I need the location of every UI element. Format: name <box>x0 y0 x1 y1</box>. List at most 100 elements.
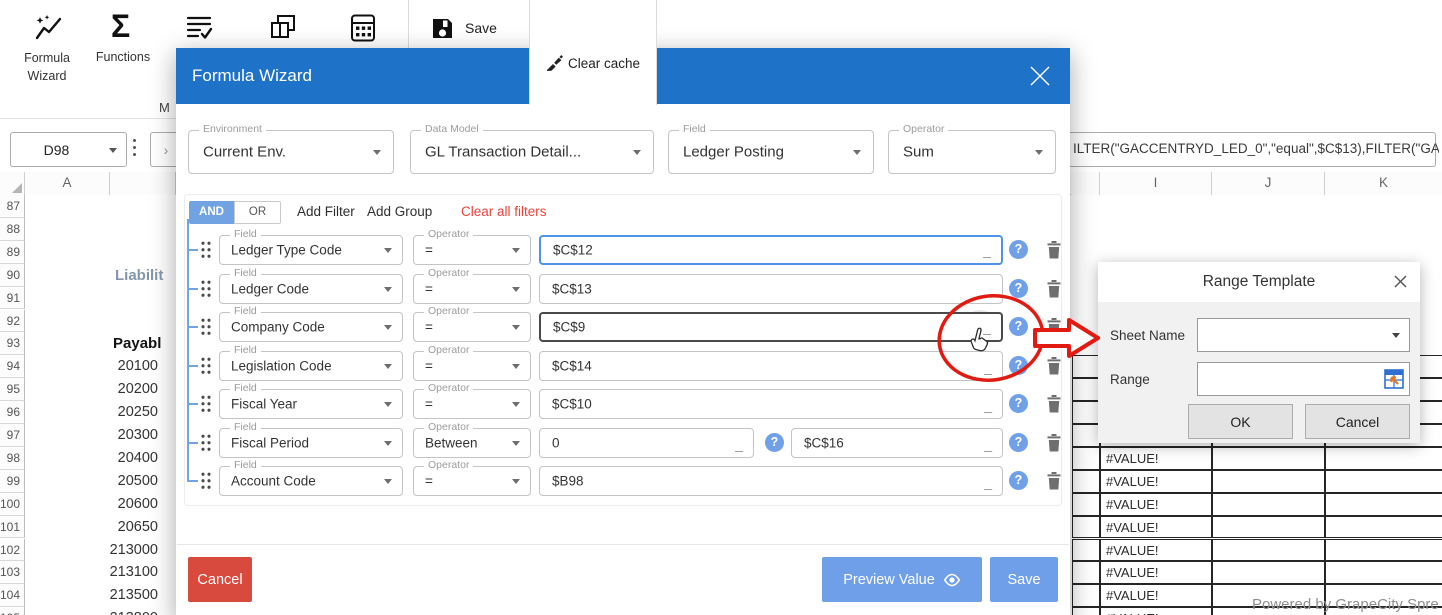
field-select[interactable]: Field Ledger Posting <box>668 130 874 174</box>
cell[interactable] <box>1212 470 1325 493</box>
delete-filter-icon[interactable] <box>1047 318 1061 336</box>
cell[interactable] <box>1325 470 1442 493</box>
help-icon[interactable]: ? <box>1009 433 1028 452</box>
cell[interactable] <box>1325 539 1442 562</box>
row-header[interactable]: 94 <box>0 355 25 378</box>
range-input[interactable] <box>1197 362 1410 396</box>
select-all-corner[interactable] <box>0 172 25 195</box>
name-box-caret-icon[interactable] <box>109 148 117 153</box>
filter-value-input[interactable]: $C$13_ <box>539 274 1003 304</box>
row-header[interactable]: 96 <box>0 401 25 424</box>
cell[interactable] <box>1072 424 1100 447</box>
functions-button[interactable]: Σ Functions <box>92 8 154 78</box>
cell[interactable] <box>1212 561 1325 584</box>
drag-handle-icon[interactable] <box>200 471 212 490</box>
range-template-trigger[interactable]: _ <box>983 244 991 258</box>
filter-value-input[interactable]: $C$16_ <box>791 428 1003 458</box>
filter-field-select[interactable]: FieldFiscal Period <box>219 428 403 458</box>
row-header[interactable]: 95 <box>0 378 25 401</box>
row-header[interactable]: 103 <box>0 561 25 584</box>
help-icon[interactable]: ? <box>1009 317 1028 336</box>
delete-filter-icon[interactable] <box>1047 357 1061 375</box>
filter-field-select[interactable]: FieldCompany Code <box>219 312 403 342</box>
cell[interactable] <box>1212 493 1325 516</box>
range-cancel-button[interactable]: Cancel <box>1305 404 1410 439</box>
row-header[interactable]: 100 <box>0 493 25 516</box>
delete-filter-icon[interactable] <box>1047 280 1061 298</box>
cancel-button[interactable]: Cancel <box>188 557 252 602</box>
range-template-trigger[interactable]: _ <box>735 438 743 452</box>
cell[interactable]: 20250 <box>58 404 158 420</box>
drag-handle-icon[interactable] <box>200 433 212 452</box>
row-header[interactable]: 89 <box>0 241 25 264</box>
delete-filter-icon[interactable] <box>1047 241 1061 259</box>
filter-operator-select[interactable]: Operator= <box>413 274 531 304</box>
row-header[interactable]: 97 <box>0 424 25 447</box>
error-cell[interactable]: #VALUE! <box>1100 584 1212 607</box>
row-header[interactable]: 87 <box>0 195 25 218</box>
range-template-trigger[interactable]: _ <box>983 321 991 335</box>
column-header-i[interactable]: I <box>1100 172 1212 195</box>
cell[interactable]: 20650 <box>58 519 158 535</box>
duplicate-window-icon[interactable] <box>270 14 297 41</box>
error-cell[interactable]: #VALUE! <box>1100 539 1212 562</box>
row-header[interactable]: 105 <box>0 607 25 615</box>
filter-value-input[interactable]: $C$12_ <box>539 235 1003 265</box>
filter-value-input[interactable]: $C$10_ <box>539 389 1003 419</box>
help-icon[interactable]: ? <box>1009 394 1028 413</box>
cell[interactable] <box>1072 607 1100 615</box>
cell[interactable] <box>1072 493 1100 516</box>
cell[interactable] <box>1072 355 1100 378</box>
cell[interactable] <box>1072 584 1100 607</box>
preview-value-button[interactable]: Preview Value <box>822 557 982 602</box>
row-header[interactable]: 91 <box>0 287 25 310</box>
range-template-trigger[interactable]: _ <box>984 361 992 375</box>
range-template-trigger[interactable]: _ <box>984 284 992 298</box>
cell[interactable]: 20200 <box>58 381 158 397</box>
range-ok-button[interactable]: OK <box>1188 404 1293 439</box>
cell[interactable] <box>1212 539 1325 562</box>
help-icon[interactable]: ? <box>1009 279 1028 298</box>
cell[interactable] <box>1325 493 1442 516</box>
drag-handle-icon[interactable] <box>200 240 212 259</box>
filter-operator-select[interactable]: Operator= <box>413 466 531 496</box>
help-icon[interactable]: ? <box>765 433 784 452</box>
cell[interactable]: 213100 <box>58 564 158 580</box>
filter-operator-select[interactable]: Operator= <box>413 312 531 342</box>
drag-handle-icon[interactable] <box>200 356 212 375</box>
column-header-k[interactable]: K <box>1325 172 1442 195</box>
help-icon[interactable]: ? <box>1009 356 1028 375</box>
filter-field-select[interactable]: FieldLedger Type Code <box>219 235 403 265</box>
filter-operator-select[interactable]: Operator= <box>413 235 531 265</box>
filter-value-input[interactable]: 0_ <box>539 428 754 458</box>
cell[interactable] <box>1212 516 1325 539</box>
cell[interactable]: 20600 <box>58 496 158 512</box>
help-icon[interactable]: ? <box>1009 240 1028 259</box>
row-header[interactable]: 102 <box>0 539 25 562</box>
cell[interactable] <box>1212 447 1325 470</box>
formula-wizard-button[interactable]: Formula Wizard <box>8 8 86 98</box>
dialog-save-button[interactable]: Save <box>990 557 1058 602</box>
row-header[interactable]: 104 <box>0 584 25 607</box>
cell[interactable]: Liabilit <box>115 267 163 284</box>
operator-select[interactable]: Operator Sum <box>888 130 1056 174</box>
sheet-name-select[interactable] <box>1197 318 1410 352</box>
or-toggle[interactable]: OR <box>234 201 281 224</box>
close-icon[interactable] <box>1026 62 1054 90</box>
drag-handle-icon[interactable] <box>200 317 212 336</box>
filter-field-select[interactable]: FieldAccount Code <box>219 466 403 496</box>
cell[interactable]: 20500 <box>58 473 158 489</box>
environment-select[interactable]: Environment Current Env. <box>188 130 394 174</box>
row-header[interactable]: 88 <box>0 218 25 241</box>
cell[interactable] <box>1325 516 1442 539</box>
cell[interactable]: 20100 <box>58 358 158 374</box>
delete-filter-icon[interactable] <box>1047 434 1061 452</box>
cell[interactable]: 213800 <box>58 610 158 615</box>
cell[interactable] <box>1072 447 1100 470</box>
cell[interactable]: 20400 <box>58 450 158 466</box>
list-check-icon[interactable] <box>186 14 214 42</box>
clear-all-filters-link[interactable]: Clear all filters <box>461 204 547 219</box>
cell[interactable] <box>1072 378 1100 401</box>
delete-filter-icon[interactable] <box>1047 472 1061 490</box>
filter-field-select[interactable]: FieldLedger Code <box>219 274 403 304</box>
